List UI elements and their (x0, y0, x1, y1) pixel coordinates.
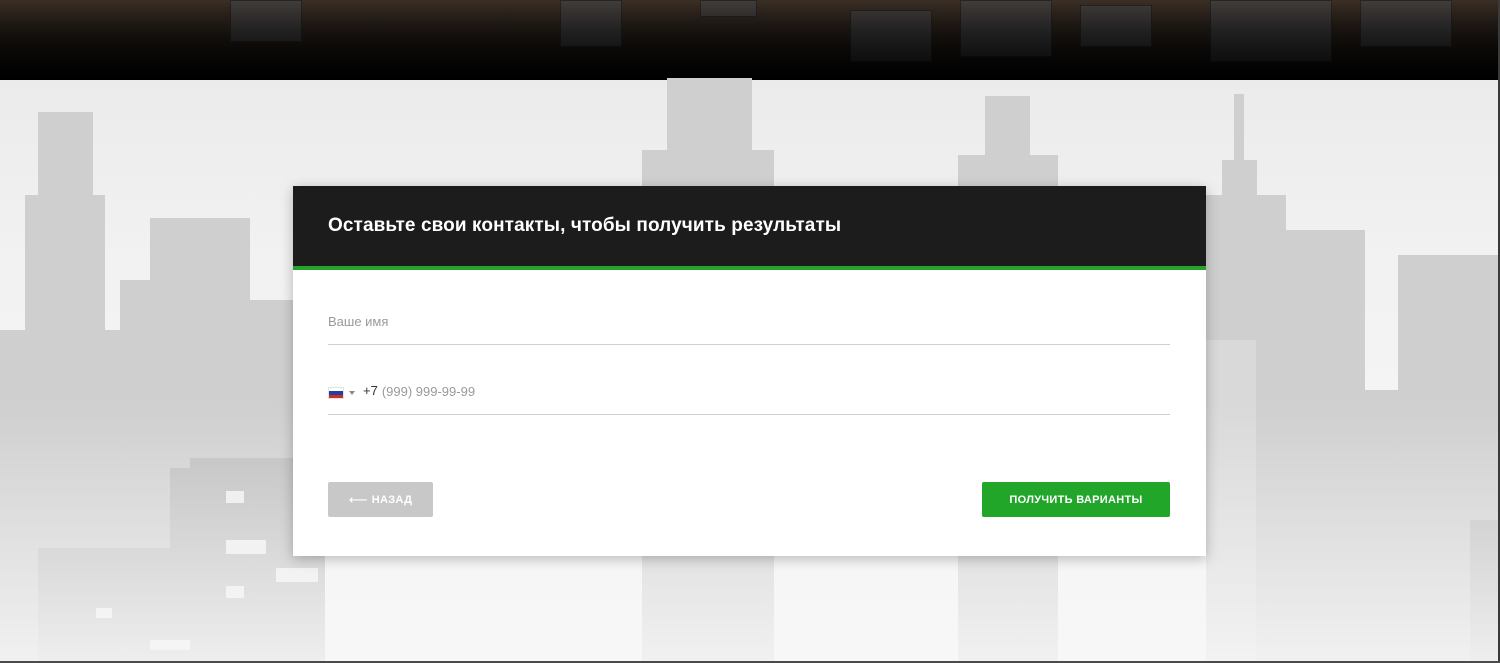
contact-form-modal: Оставьте свои контакты, чтобы получить р… (293, 186, 1206, 556)
chevron-down-icon[interactable] (349, 391, 355, 395)
back-button-label: НАЗАД (371, 493, 413, 506)
modal-title: Оставьте свои контакты, чтобы получить р… (328, 215, 842, 236)
name-field-wrapper (328, 304, 1170, 345)
get-options-button-label: ПОЛУЧИТЬ ВАРИАНТЫ (1009, 493, 1143, 506)
name-input[interactable] (328, 304, 1170, 338)
phone-field-wrapper: +7 (328, 374, 1170, 415)
get-options-button[interactable]: ПОЛУЧИТЬ ВАРИАНТЫ (982, 482, 1170, 517)
modal-header: Оставьте свои контакты, чтобы получить р… (293, 186, 1206, 270)
phone-country-code: +7 (363, 383, 378, 398)
arrow-left-icon: ⟵ (348, 491, 368, 507)
phone-input[interactable] (381, 374, 1162, 408)
russia-flag-icon[interactable] (328, 387, 344, 399)
back-button[interactable]: ⟵ НАЗАД (328, 482, 433, 517)
